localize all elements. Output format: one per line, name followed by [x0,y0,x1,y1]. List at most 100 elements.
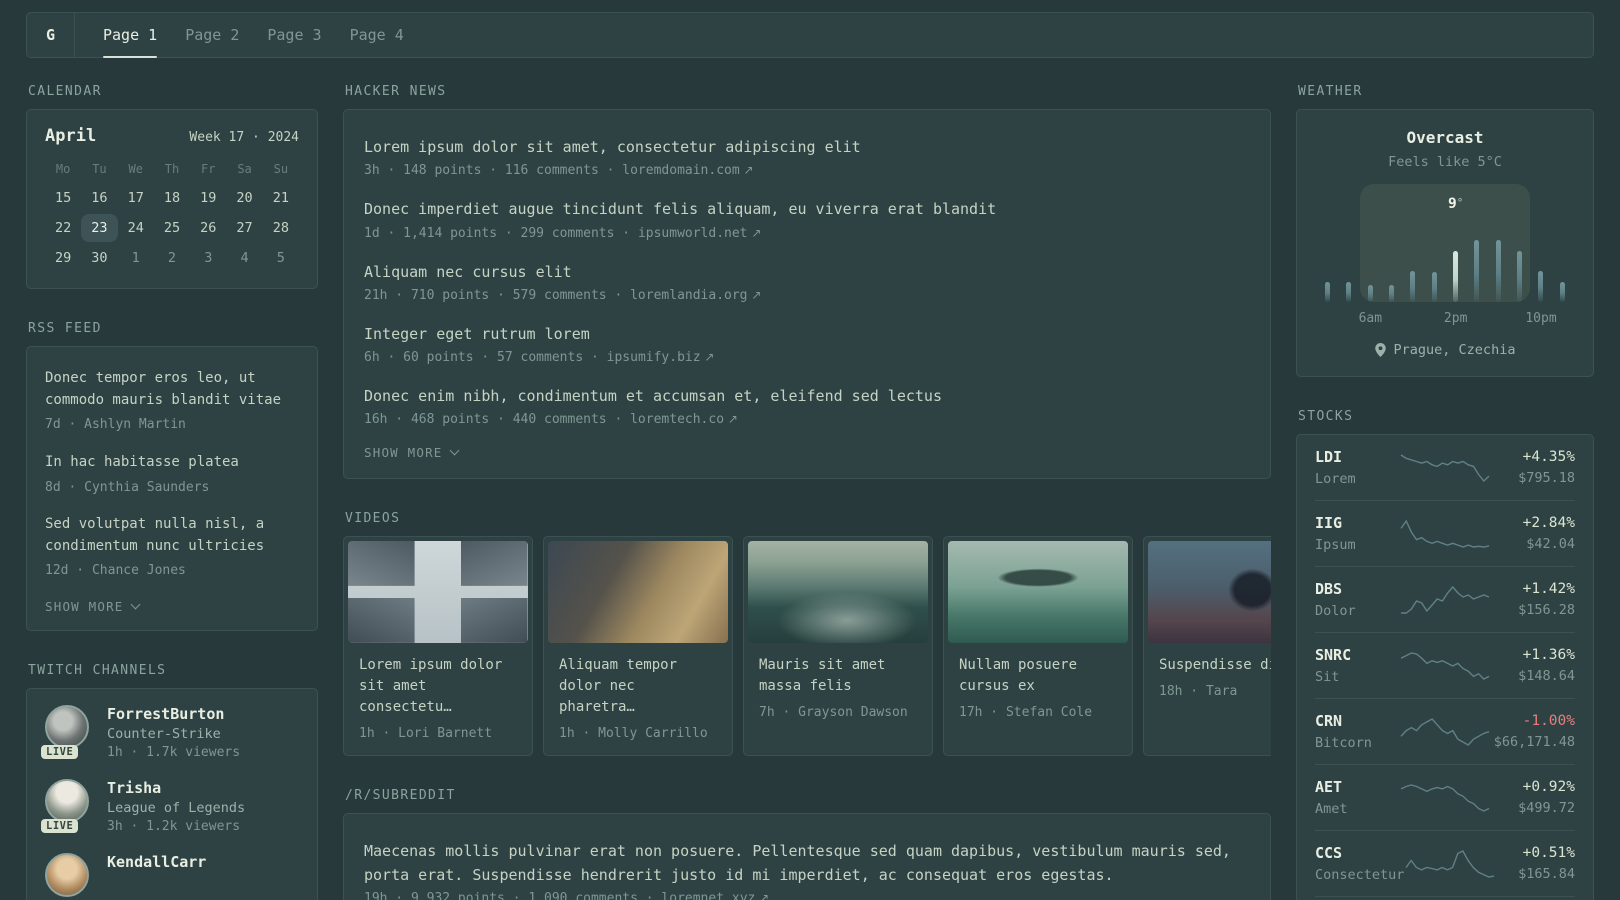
video-card[interactable]: Mauris sit amet massa felis 7h · Grayson … [743,536,933,757]
hackernews-item-domain-link[interactable]: ipsumify.biz ↗ [607,350,715,365]
twitch-channel-name[interactable]: Trisha [107,779,245,797]
calendar-day[interactable]: 26 [190,214,226,242]
calendar-day[interactable]: 4 [226,244,262,272]
stock-row[interactable]: LDI Lorem +4.35% $795.18 [1315,435,1575,500]
hackernews-item-domain-link[interactable]: ipsumworld.net ↗ [638,226,761,241]
twitch-channel-category: League of Legends [107,799,246,816]
stock-ticker[interactable]: AET [1315,778,1399,796]
rss-show-more-button[interactable]: SHOW MORE [45,599,140,614]
stock-name: Dolor [1315,603,1356,619]
twitch-channel-name[interactable]: KendallCarr [107,853,206,871]
video-card[interactable]: Aliquam tempor dolor nec pharetra… 1h · M… [543,536,733,757]
weather-hour-label: 6am [1358,311,1383,326]
nav-tab-page-4[interactable]: Page 4 [350,13,404,57]
weather-card: Overcast Feels like 5°C 9° 6am 2pm 10pm Pr… [1296,109,1594,377]
calendar-day-header: Th [164,162,180,176]
video-card[interactable]: Lorem ipsum dolor sit amet consectetu… 1h… [343,536,533,757]
stock-ticker[interactable]: SNRC [1315,646,1399,664]
rss-item-title[interactable]: In hac habitasse platea [45,452,299,474]
hackernews-item-title[interactable]: Integer eget rutrum lorem [364,323,1250,346]
calendar-day[interactable]: 27 [226,214,262,242]
calendar-day[interactable]: 24 [118,214,154,242]
hackernews-item-meta: 1d · 1,414 points · 299 comments · ipsum… [364,225,762,241]
hackernews-item: Aliquam nec cursus elit 21h · 710 points … [364,261,1250,303]
stock-row[interactable]: CRN Bitcorn -1.00% $66,171.48 [1315,698,1575,764]
location-pin-icon [1374,343,1386,357]
video-title[interactable]: Aliquam tempor dolor nec pharetra… [559,655,717,718]
calendar-day[interactable]: 29 [45,244,81,272]
video-thumbnail[interactable] [1148,541,1271,644]
calendar-day[interactable]: 28 [263,214,299,242]
video-title[interactable]: Lorem ipsum dolor sit amet consectetu… [359,655,517,718]
twitch-channel[interactable]: LIVE ForrestBurton Counter-Strike 1h · 1.7k… [41,704,299,760]
hackernews-item-domain-link[interactable]: loremdomain.com ↗ [622,163,753,178]
hackernews-item-domain-link[interactable]: loremlandia.org ↗ [630,288,761,303]
hackernews-item-domain-link[interactable]: loremtech.co ↗ [630,412,738,427]
stock-ticker[interactable]: CRN [1315,712,1399,730]
calendar-day[interactable]: 21 [263,184,299,212]
video-card[interactable]: Suspendisse diam 18h · Tara [1143,536,1271,757]
stock-row[interactable]: AET Amet +0.92% $499.72 [1315,764,1575,830]
video-title[interactable]: Nullam posuere cursus ex [959,655,1117,697]
nav-tab-page-1[interactable]: Page 1 [103,13,158,58]
weather-current-temp: 9° [1447,196,1464,212]
twitch-label: TWITCH CHANNELS [28,662,167,678]
twitch-channel-meta: 1h · 1.7k viewers [107,744,241,760]
calendar-day-selected[interactable]: 23 [81,214,118,242]
stock-price: $795.18 [1518,470,1575,486]
nav-tab-page-2[interactable]: Page 2 [185,13,239,57]
stock-row[interactable]: CCS Consectetur +0.51% $165.84 [1315,830,1575,896]
calendar-day[interactable]: 30 [81,244,117,272]
stock-values: +0.51% $165.84 [1496,845,1575,882]
video-thumbnail[interactable] [548,541,728,644]
calendar-day[interactable]: 19 [190,184,226,212]
video-thumbnail[interactable] [948,541,1128,644]
stock-info: DBS Dolor [1315,580,1399,619]
stock-price: $66,171.48 [1493,734,1575,750]
twitch-channel[interactable]: LIVE Trisha League of Legends 3h · 1.2k vie… [41,778,299,834]
twitch-channel[interactable]: KendallCarr [45,852,299,899]
degree-symbol: ° [1456,196,1464,209]
app-logo[interactable]: G [27,13,75,57]
stock-row[interactable]: SNRC Sit +1.36% $148.64 [1315,632,1575,698]
hackernews-show-more-button[interactable]: SHOW MORE [364,445,459,460]
calendar-day[interactable]: 22 [45,214,81,242]
hackernews-item-title[interactable]: Aliquam nec cursus elit [364,261,1250,284]
stock-ticker[interactable]: IIG [1315,514,1399,532]
calendar-day[interactable]: 1 [118,244,154,272]
calendar-day[interactable]: 3 [190,244,226,272]
calendar-day[interactable]: 25 [154,214,190,242]
nav-tab-page-3[interactable]: Page 3 [267,13,321,57]
calendar-month: April [45,126,97,146]
rss-item-title[interactable]: Sed volutpat nulla nisl, a condimentum n… [45,514,299,557]
calendar-day[interactable]: 17 [118,184,154,212]
hackernews-item-title[interactable]: Donec imperdiet augue tincidunt felis al… [364,198,1250,221]
weather-bar [1509,251,1530,302]
calendar-day[interactable]: 18 [154,184,190,212]
stock-ticker[interactable]: LDI [1315,448,1399,466]
hackernews-item-title[interactable]: Lorem ipsum dolor sit amet, consectetur … [364,136,1250,159]
video-title[interactable]: Suspendisse diam [1159,655,1271,676]
stock-row[interactable]: AHS+0.46% [1315,896,1575,900]
twitch-channel-name[interactable]: ForrestBurton [107,705,240,723]
video-card[interactable]: Nullam posuere cursus ex 17h · Stefan Col… [943,536,1133,757]
weather-hour-label: 10pm [1525,311,1557,326]
calendar-day[interactable]: 16 [81,184,117,212]
rss-item-meta: 12d · Chance Jones [45,563,186,579]
video-thumbnail[interactable] [748,541,928,644]
calendar-day[interactable]: 15 [45,184,81,212]
stock-ticker[interactable]: DBS [1315,580,1399,598]
calendar-day[interactable]: 20 [226,184,262,212]
calendar-day[interactable]: 5 [263,244,299,272]
calendar-day[interactable]: 2 [154,244,190,272]
stock-ticker[interactable]: CCS [1315,844,1404,862]
hackernews-item-title[interactable]: Donec enim nibh, condimentum et accumsan… [364,385,1250,408]
subreddit-item-title[interactable]: Maecenas mollis pulvinar erat non posuer… [364,840,1250,887]
rss-item-title[interactable]: Donec tempor eros leo, ut commodo mauris… [45,368,299,411]
video-thumbnail[interactable] [348,541,528,644]
stock-row[interactable]: IIG Ipsum +2.84% $42.04 [1315,500,1575,566]
dashboard-grid: CALENDAR April Week 17 · 2024 Mo Tu We Th Fr… [0,84,1620,900]
subreddit-item-domain-link[interactable]: loremnet.xyz ↗ [661,891,769,900]
video-title[interactable]: Mauris sit amet massa felis [759,655,917,697]
stock-row[interactable]: DBS Dolor +1.42% $156.28 [1315,566,1575,632]
